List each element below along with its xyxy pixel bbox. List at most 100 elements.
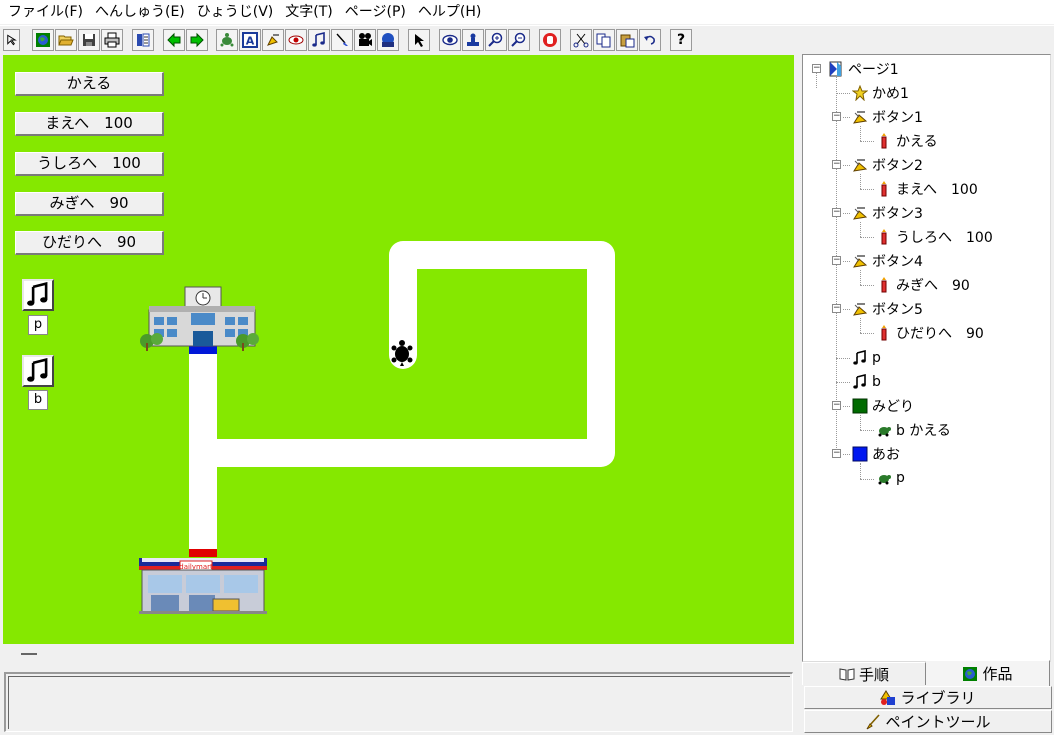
turtle-path: dailymart xyxy=(139,241,615,614)
tree-node-button2[interactable]: ボタン2 xyxy=(852,154,923,176)
tree-node-sound-p[interactable]: p xyxy=(852,347,881,369)
zoom-out-icon[interactable] xyxy=(508,29,530,51)
globe-icon[interactable] xyxy=(32,29,54,51)
copy-icon[interactable] xyxy=(593,29,615,51)
disk-icon[interactable] xyxy=(377,29,399,51)
tree-node-cmd-right[interactable]: みぎへ 90 xyxy=(876,274,970,296)
tab-procedure-label: 手順 xyxy=(858,665,889,684)
menu-help[interactable]: ヘルプ(H) xyxy=(412,0,487,24)
button-icon xyxy=(852,253,868,269)
svg-text:A: A xyxy=(246,35,255,48)
menu-text[interactable]: 文字(T) xyxy=(279,0,338,24)
tree-line xyxy=(860,189,874,190)
stage-button-back[interactable]: うしろへ 100 xyxy=(15,152,164,176)
tree-expander[interactable]: − xyxy=(832,256,841,265)
save-icon[interactable] xyxy=(78,29,100,51)
stage-button-kaeru[interactable]: かえる xyxy=(15,72,164,96)
candle-icon xyxy=(876,133,892,149)
tab-procedure[interactable]: 手順 xyxy=(802,662,926,685)
tab-works[interactable]: 作品 xyxy=(926,660,1050,686)
red-marker xyxy=(189,549,217,557)
tree-node-button1[interactable]: ボタン1 xyxy=(852,106,923,128)
tree-node-blue-action[interactable]: p xyxy=(876,467,905,489)
camera-icon[interactable] xyxy=(354,29,376,51)
tree-node-cmd-kaeru[interactable]: かえる xyxy=(876,130,938,152)
tree-expander[interactable]: − xyxy=(832,401,841,410)
tree-node-label: ボタン3 xyxy=(872,206,923,222)
tree-node-green[interactable]: みどり xyxy=(852,395,914,417)
music-note-icon[interactable] xyxy=(308,29,330,51)
open-folder-icon[interactable] xyxy=(55,29,77,51)
tree-node-cmd-left[interactable]: ひだりへ 90 xyxy=(876,322,984,344)
stage-button-left[interactable]: ひだりへ 90 xyxy=(15,231,164,255)
tree-node-label: うしろへ 100 xyxy=(896,230,993,246)
tab-library[interactable]: ライブラリ xyxy=(804,686,1052,709)
sound-p-icon[interactable] xyxy=(22,279,54,311)
tab-paint-tool[interactable]: ペイントツール xyxy=(804,710,1052,733)
tree-expander[interactable]: − xyxy=(832,208,841,217)
paste-icon[interactable] xyxy=(616,29,638,51)
button-add-icon[interactable] xyxy=(262,29,284,51)
zoom-in-icon[interactable] xyxy=(485,29,507,51)
back-arrow-icon[interactable] xyxy=(163,29,185,51)
tree-node-sound-b[interactable]: b xyxy=(852,371,881,393)
tree-node-button3[interactable]: ボタン3 xyxy=(852,202,923,224)
tree-node-turtle1[interactable]: かめ1 xyxy=(852,82,909,104)
help-label: ? xyxy=(676,32,686,48)
object-tree[interactable]: − − − − − − − − ページ1 かめ1 ボタン1 かえる ボタン2 ま… xyxy=(802,54,1051,662)
text-box-icon[interactable]: A xyxy=(239,29,261,51)
stage-button-forward[interactable]: まえへ 100 xyxy=(15,112,164,136)
tree-expander[interactable]: − xyxy=(832,112,841,121)
tree-node-label: みどり xyxy=(872,399,914,415)
tree-node-button5[interactable]: ボタン5 xyxy=(852,298,923,320)
pointer-arrow-icon[interactable] xyxy=(3,29,20,51)
button-icon xyxy=(852,301,868,317)
eye-icon[interactable] xyxy=(439,29,461,51)
paint-brush-icon[interactable] xyxy=(331,29,353,51)
menu-view[interactable]: ひょうじ(V) xyxy=(191,0,280,24)
stamp-icon[interactable] xyxy=(462,29,484,51)
tree-node-page1[interactable]: ページ1 xyxy=(828,58,899,80)
stage-canvas[interactable]: dailymart かえる まえへ 100 うしろへ 100 みぎへ 90 ひだ… xyxy=(3,55,794,644)
button-icon xyxy=(852,205,868,221)
tree-line xyxy=(843,309,850,310)
undo-icon[interactable] xyxy=(639,29,661,51)
tree-node-label: ボタン5 xyxy=(872,302,923,318)
tree-line xyxy=(836,358,850,359)
tree-node-green-action[interactable]: b かえる xyxy=(876,419,951,441)
status-panel-inner xyxy=(8,676,790,729)
forward-arrow-icon[interactable] xyxy=(186,29,208,51)
tree-node-label: b かえる xyxy=(896,423,951,439)
tree-line xyxy=(860,318,861,333)
tree-expander[interactable]: − xyxy=(832,449,841,458)
tree-node-cmd-forward[interactable]: まえへ 100 xyxy=(876,178,978,200)
tree-expander[interactable]: − xyxy=(812,64,821,73)
book-icon[interactable] xyxy=(132,29,154,51)
cut-icon[interactable] xyxy=(570,29,592,51)
tree-node-cmd-back[interactable]: うしろへ 100 xyxy=(876,226,993,248)
tree-expander[interactable]: − xyxy=(832,304,841,313)
eye-shape-icon[interactable] xyxy=(285,29,307,51)
tree-node-label: ひだりへ 90 xyxy=(896,326,984,342)
select-arrow-icon[interactable] xyxy=(408,29,430,51)
sound-b-icon[interactable] xyxy=(22,355,54,387)
tree-line xyxy=(860,430,874,431)
stop-hand-icon[interactable] xyxy=(539,29,561,51)
menu-edit[interactable]: へんしゅう(E) xyxy=(89,0,191,24)
button-icon xyxy=(852,157,868,173)
candle-icon xyxy=(876,325,892,341)
status-indicator xyxy=(21,653,37,655)
menu-file[interactable]: ファイル(F) xyxy=(2,0,89,24)
sound-b-label: b xyxy=(28,390,48,410)
menu-page[interactable]: ページ(P) xyxy=(339,0,412,24)
music-note-icon xyxy=(27,282,48,306)
stage-button-right[interactable]: みぎへ 90 xyxy=(15,192,164,216)
music-note-icon xyxy=(852,350,868,366)
tree-expander[interactable]: − xyxy=(832,160,841,169)
print-icon[interactable] xyxy=(101,29,123,51)
turtle-add-icon[interactable] xyxy=(216,29,238,51)
tree-node-blue[interactable]: あお xyxy=(852,443,900,465)
help-icon[interactable]: ? xyxy=(670,29,692,51)
blue-marker xyxy=(189,346,217,354)
tree-node-button4[interactable]: ボタン4 xyxy=(852,250,923,272)
